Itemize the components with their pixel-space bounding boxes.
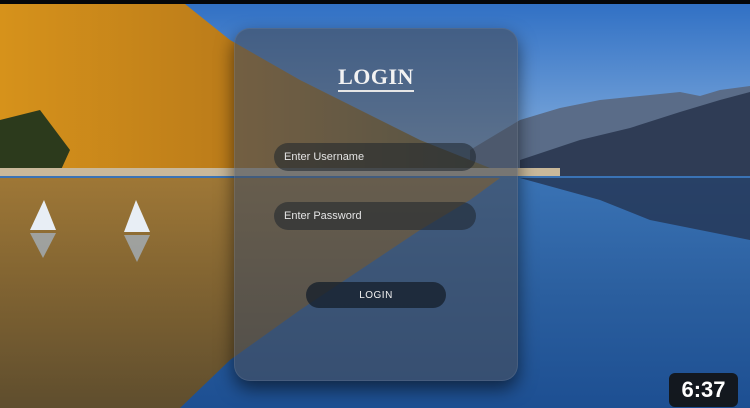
login-button[interactable]: LOGIN — [306, 282, 446, 308]
password-input[interactable] — [274, 202, 476, 230]
login-title-underline — [338, 90, 414, 92]
video-duration-badge: 6:37 — [669, 373, 738, 407]
login-title: LOGIN — [338, 64, 414, 89]
top-edge-bar — [0, 0, 750, 4]
login-card: LOGIN LOGIN — [234, 28, 518, 381]
username-input[interactable] — [274, 143, 476, 171]
